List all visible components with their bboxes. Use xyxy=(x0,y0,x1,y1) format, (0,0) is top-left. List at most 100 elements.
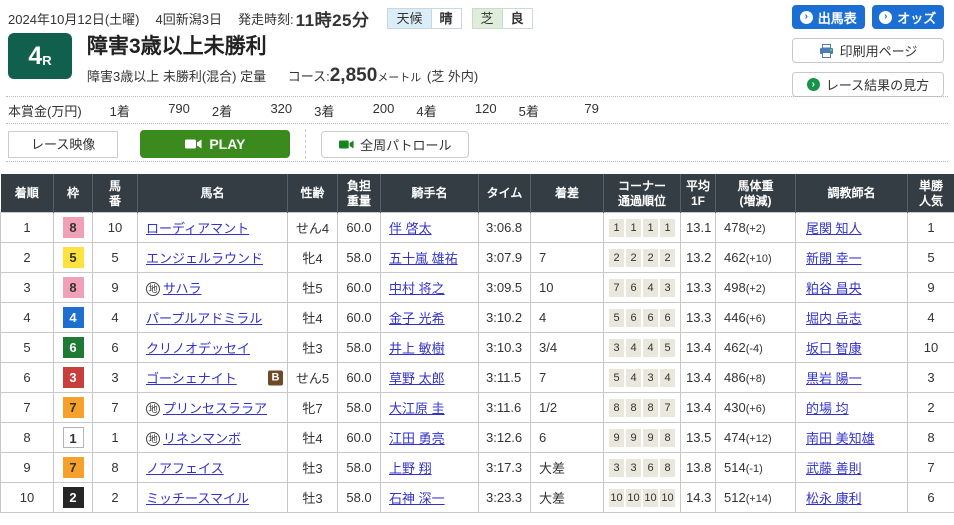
corner-position: 4 xyxy=(626,339,641,357)
printer-icon xyxy=(819,44,834,58)
start-time-label: 発走時刻: xyxy=(238,9,294,28)
trainer-link[interactable]: 松永 康利 xyxy=(806,491,862,506)
cell-trainer: 的場 均 xyxy=(796,393,908,423)
cell-time: 3:11.6 xyxy=(479,393,531,423)
jockey-link[interactable]: 金子 光希 xyxy=(389,311,445,326)
horse-link[interactable]: サハラ xyxy=(163,281,201,296)
trainer-link[interactable]: 粕谷 昌央 xyxy=(806,281,862,296)
frame-color-box: 7 xyxy=(63,397,84,418)
jockey-link[interactable]: 井上 敏樹 xyxy=(389,341,445,356)
horse-link[interactable]: ノアフェイス xyxy=(146,461,224,476)
divider xyxy=(6,96,948,97)
cell-time: 3:10.3 xyxy=(479,333,531,363)
cell-finish-position: 9 xyxy=(1,453,54,483)
trainer-link[interactable]: 堀内 岳志 xyxy=(806,311,862,326)
print-button-label: 印刷用ページ xyxy=(840,41,918,60)
result-row: 978ノアフェイス牡358.0上野 翔3:17.3大差336813.8514(-… xyxy=(1,453,954,483)
result-row: 777地プリンセスララア牝758.0大江原 圭3:11.61/2888713.4… xyxy=(1,393,954,423)
horse-link[interactable]: ローディアマント xyxy=(146,221,249,236)
cell-jockey: 江田 勇亮 xyxy=(381,423,479,453)
trainer-link[interactable]: 武藤 善則 xyxy=(806,461,862,476)
jockey-link[interactable]: 五十嵐 雄祐 xyxy=(389,251,458,266)
corner-position: 5 xyxy=(609,309,624,327)
result-row: 566クリノオデッセイ牡358.0井上 敏樹3:10.33/4344513.44… xyxy=(1,333,954,363)
cell-load-weight: 60.0 xyxy=(338,213,381,243)
frame-color-box: 2 xyxy=(63,487,84,508)
jockey-link[interactable]: 石神 深一 xyxy=(389,491,445,506)
odds-button[interactable]: › オッズ xyxy=(872,5,945,29)
print-button[interactable]: 印刷用ページ xyxy=(792,38,944,63)
corner-position: 2 xyxy=(609,249,624,267)
horse-link[interactable]: パープルアドミラル xyxy=(146,311,262,326)
cell-time: 3:23.3 xyxy=(479,483,531,513)
cell-finish-position: 6 xyxy=(1,363,54,393)
cell-trainer: 黒岩 陽一 xyxy=(796,363,908,393)
prize-label: 本賞金(万円) xyxy=(8,101,82,120)
corner-position: 6 xyxy=(660,309,675,327)
shutuba-button[interactable]: › 出馬表 xyxy=(792,5,865,29)
cell-jockey: 中村 将之 xyxy=(381,273,479,303)
race-conditions-text: 障害3歳以上 未勝利(混合) 定量 xyxy=(87,69,266,84)
jockey-link[interactable]: 伴 啓太 xyxy=(389,221,432,236)
trainer-link[interactable]: 黒岩 陽一 xyxy=(806,371,862,386)
trainer-link[interactable]: 南田 美知雄 xyxy=(806,431,875,446)
horse-link[interactable]: エンジェルラウンド xyxy=(146,251,263,266)
cell-jockey: 大江原 圭 xyxy=(381,393,479,423)
cell-frame-number: 6 xyxy=(54,333,93,363)
cell-time: 3:17.3 xyxy=(479,453,531,483)
cell-horse-name: エンジェルラウンド xyxy=(138,243,288,273)
jockey-link[interactable]: 中村 将之 xyxy=(389,281,445,296)
horse-link[interactable]: ミッチースマイル xyxy=(146,491,249,506)
cell-corner-order: 5434 xyxy=(604,363,681,393)
race-number-badge: 4R xyxy=(8,33,72,79)
prize-money-line: 本賞金(万円) 1着7902着3203着2004着1205着79 xyxy=(8,101,599,120)
play-button[interactable]: PLAY xyxy=(140,130,290,158)
horse-link[interactable]: クリノオデッセイ xyxy=(146,341,250,356)
corner-position: 7 xyxy=(660,399,675,417)
patrol-video-button[interactable]: 全周パトロール xyxy=(321,131,469,158)
horse-link[interactable]: リネンマンボ xyxy=(163,431,241,446)
corner-position: 10 xyxy=(660,489,675,507)
shutuba-button-label: 出馬表 xyxy=(818,8,857,27)
cell-jockey: 伴 啓太 xyxy=(381,213,479,243)
result-row: 633ゴーシェナイトBせん560.0草野 太郎3:11.57543413.448… xyxy=(1,363,954,393)
video-camera-icon xyxy=(185,138,202,150)
cell-margin: 10 xyxy=(531,273,604,303)
trainer-link[interactable]: 坂口 智康 xyxy=(806,341,862,356)
turf-condition-value: 良 xyxy=(502,8,533,29)
horse-link[interactable]: ゴーシェナイト xyxy=(146,371,237,386)
trainer-link[interactable]: 的場 均 xyxy=(806,401,849,416)
jockey-link[interactable]: 草野 太郎 xyxy=(389,371,445,386)
race-result-page: 2024年10月12日(土曜) 4回新潟3日 発走時刻: 11時25分 天候晴 … xyxy=(0,0,954,525)
horse-link[interactable]: プリンセスララア xyxy=(163,401,267,416)
cell-finish-position: 5 xyxy=(1,333,54,363)
trainer-link[interactable]: 新開 幸一 xyxy=(806,251,862,266)
race-results-table: 着順枠馬 番馬名性齢負担 重量騎手名タイム着差コーナー 通過順位平均 1F馬体重… xyxy=(0,174,954,513)
cell-horse-name: 地リネンマンボ xyxy=(138,423,288,453)
cell-horse-number: 6 xyxy=(93,333,138,363)
cell-time: 3:10.2 xyxy=(479,303,531,333)
result-row: 444パープルアドミラル牡460.0金子 光希3:10.24566613.344… xyxy=(1,303,954,333)
frame-color-box: 3 xyxy=(63,367,84,388)
trainer-link[interactable]: 尾関 知人 xyxy=(806,221,862,236)
cell-margin: 1/2 xyxy=(531,393,604,423)
jockey-link[interactable]: 江田 勇亮 xyxy=(389,431,445,446)
arrow-circle-icon: › xyxy=(807,78,820,91)
race-meta-bar: 2024年10月12日(土曜) 4回新潟3日 発走時刻: 11時25分 天候晴 … xyxy=(8,6,533,31)
jockey-link[interactable]: 大江原 圭 xyxy=(389,401,445,416)
cell-average-1f: 13.4 xyxy=(681,333,716,363)
frame-color-box: 6 xyxy=(63,337,84,358)
column-header: 負担 重量 xyxy=(338,175,381,213)
course-unit: メートル xyxy=(377,72,421,84)
cell-finish-position: 10 xyxy=(1,483,54,513)
result-row: 1810ローディアマントせん460.0伴 啓太3:06.8111113.1478… xyxy=(1,213,954,243)
corner-position: 9 xyxy=(643,429,658,447)
cell-frame-number: 7 xyxy=(54,453,93,483)
cell-corner-order: 1111 xyxy=(604,213,681,243)
cell-average-1f: 13.3 xyxy=(681,273,716,303)
cell-sex-age: 牡3 xyxy=(288,453,338,483)
jockey-link[interactable]: 上野 翔 xyxy=(389,461,432,476)
cell-load-weight: 58.0 xyxy=(338,333,381,363)
corner-position: 1 xyxy=(626,219,641,237)
guide-button[interactable]: › レース結果の見方 xyxy=(792,72,944,97)
